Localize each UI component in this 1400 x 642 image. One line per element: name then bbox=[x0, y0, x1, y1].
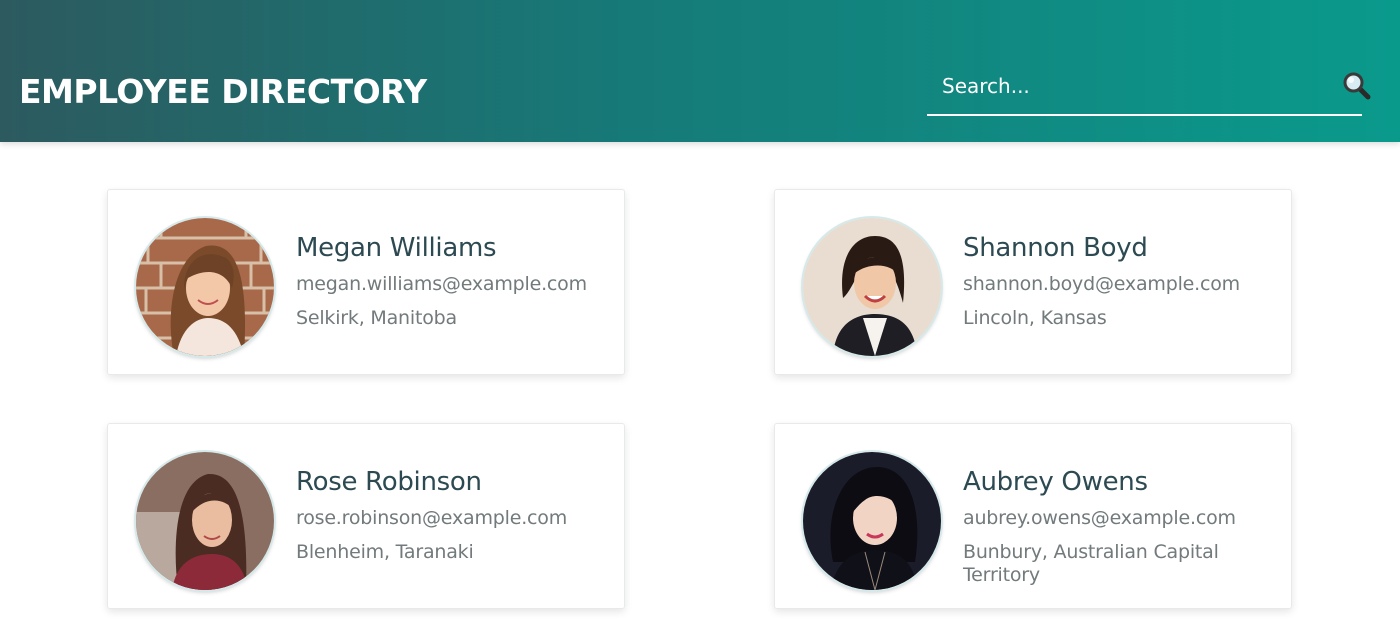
employee-info: Rose Robinson rose.robinson@example.com … bbox=[296, 464, 606, 564]
magnifying-glass-icon[interactable] bbox=[1341, 70, 1373, 102]
employee-location: Bunbury, Australian Capital Territory bbox=[963, 541, 1219, 586]
employee-name: Shannon Boyd bbox=[963, 233, 1148, 263]
employee-location: Selkirk, Manitoba bbox=[296, 307, 457, 329]
employee-card[interactable]: Aubrey Owens aubrey.owens@example.com Bu… bbox=[774, 423, 1292, 609]
page-title: EMPLOYEE DIRECTORY bbox=[19, 72, 427, 111]
search-bar bbox=[927, 62, 1371, 116]
employee-email: megan.williams@example.com bbox=[296, 273, 587, 295]
employee-email: shannon.boyd@example.com bbox=[963, 273, 1240, 295]
employee-location: Lincoln, Kansas bbox=[963, 307, 1107, 329]
employee-card[interactable]: Megan Williams megan.williams@example.co… bbox=[107, 189, 625, 375]
avatar bbox=[136, 218, 274, 356]
avatar bbox=[803, 452, 941, 590]
employee-name: Aubrey Owens bbox=[963, 467, 1148, 497]
employee-email: aubrey.owens@example.com bbox=[963, 507, 1236, 529]
avatar bbox=[803, 218, 941, 356]
employee-info: Aubrey Owens aubrey.owens@example.com Bu… bbox=[963, 464, 1273, 587]
employee-name: Megan Williams bbox=[296, 233, 497, 263]
employee-email: rose.robinson@example.com bbox=[296, 507, 568, 529]
app-header: EMPLOYEE DIRECTORY bbox=[0, 0, 1400, 142]
avatar bbox=[136, 452, 274, 590]
employee-location: Blenheim, Taranaki bbox=[296, 541, 474, 563]
employee-info: Shannon Boyd shannon.boyd@example.com Li… bbox=[963, 230, 1273, 330]
search-input[interactable] bbox=[927, 62, 1307, 110]
employee-card[interactable]: Shannon Boyd shannon.boyd@example.com Li… bbox=[774, 189, 1292, 375]
employee-info: Megan Williams megan.williams@example.co… bbox=[296, 230, 606, 330]
employee-name: Rose Robinson bbox=[296, 467, 482, 497]
employee-card[interactable]: Rose Robinson rose.robinson@example.com … bbox=[107, 423, 625, 609]
